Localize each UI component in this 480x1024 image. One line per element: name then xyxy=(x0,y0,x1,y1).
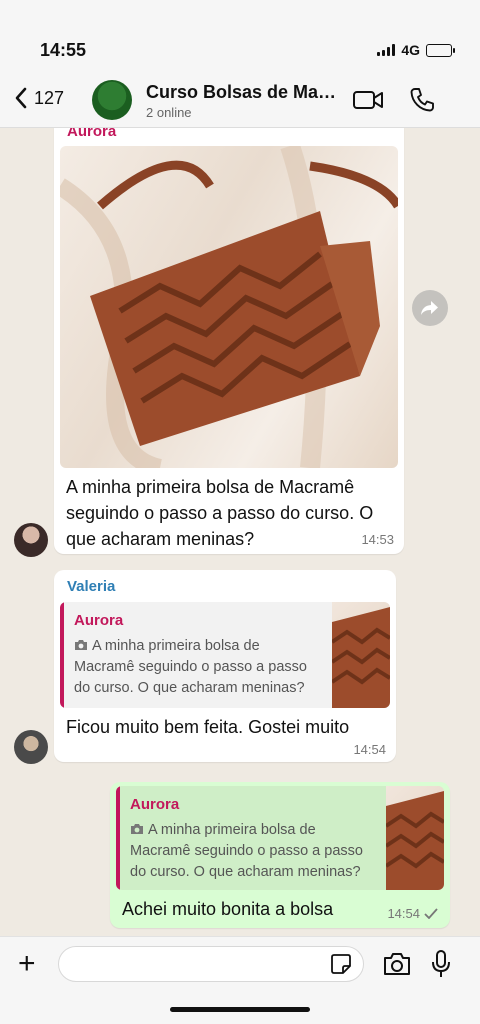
quote-thumbnail xyxy=(332,602,390,708)
macrame-bag-image xyxy=(60,146,398,468)
quote-thumbnail xyxy=(386,786,444,890)
forward-button[interactable] xyxy=(412,290,448,326)
quote-accent-bar xyxy=(60,602,64,708)
chat-area[interactable]: Aurora A minha primeira bolsa de Macramê… xyxy=(0,128,480,936)
camera-icon xyxy=(75,640,87,650)
camera-icon xyxy=(131,824,143,834)
forward-icon xyxy=(421,301,438,315)
message-time: 14:54 xyxy=(387,906,420,921)
signal-icon xyxy=(377,44,396,56)
sender-avatar[interactable] xyxy=(14,730,48,764)
quote-text-content: A minha primeira bolsa de Macramê seguin… xyxy=(130,822,363,880)
message-meta: 14:54 xyxy=(387,906,438,921)
status-time: 14:55 xyxy=(40,40,87,60)
chevron-left-icon xyxy=(15,87,27,109)
video-call-icon[interactable] xyxy=(352,86,384,114)
quote-text-content: A minha primeira bolsa de Macramê seguin… xyxy=(74,638,307,696)
quote-text: A minha primeira bolsa de Macramê seguin… xyxy=(74,636,310,699)
sender-avatar[interactable] xyxy=(14,523,48,557)
message-photo[interactable] xyxy=(60,146,398,468)
outgoing-message-bubble[interactable]: Aurora A minha primeira bolsa de Macramê… xyxy=(110,782,450,928)
online-status: 2 online xyxy=(146,105,192,120)
home-indicator xyxy=(170,1007,310,1012)
sent-check-icon xyxy=(424,908,438,919)
group-avatar[interactable] xyxy=(92,80,132,120)
attach-plus-icon[interactable]: + xyxy=(18,949,36,979)
sender-name: Valeria xyxy=(67,578,116,595)
quote-accent-bar xyxy=(116,786,120,890)
chat-header: 127 Curso Bolsas de Macramê 2 online xyxy=(0,72,480,128)
status-bar: 14:55 4G xyxy=(0,0,480,72)
quote-sender-name: Aurora xyxy=(130,796,180,813)
message-text: A minha primeira bolsa de Macramê seguin… xyxy=(66,477,374,549)
message-input[interactable] xyxy=(58,946,364,982)
camera-icon[interactable] xyxy=(382,951,412,977)
chat-title[interactable]: Curso Bolsas de Macramê xyxy=(146,82,346,103)
back-button[interactable]: 127 xyxy=(14,86,64,110)
quote-text: A minha primeira bolsa de Macramê seguin… xyxy=(130,820,366,883)
status-icons: 4G xyxy=(377,42,455,58)
message-text: Ficou muito bem feita. Gostei muito xyxy=(66,717,350,737)
message-time: 14:53 xyxy=(361,532,394,547)
battery-charging-icon xyxy=(426,43,455,57)
message-time: 14:54 xyxy=(353,742,386,757)
message-bubble[interactable]: Aurora A minha primeira bolsa de Macramê… xyxy=(54,128,404,554)
sender-name: Aurora xyxy=(67,128,117,140)
unread-count: 127 xyxy=(34,87,65,108)
message-text: Achei muito bonita a bolsa xyxy=(122,899,334,919)
quoted-message[interactable]: Aurora A minha primeira bolsa de Macramê… xyxy=(116,786,444,890)
message-bubble[interactable]: Valeria Aurora A minha primeira bolsa de… xyxy=(54,570,396,762)
sticker-icon[interactable] xyxy=(330,953,352,975)
network-label: 4G xyxy=(401,42,420,58)
quote-sender-name: Aurora xyxy=(74,612,124,629)
phone-call-icon[interactable] xyxy=(408,86,436,114)
quoted-message[interactable]: Aurora A minha primeira bolsa de Macramê… xyxy=(60,602,390,708)
microphone-icon[interactable] xyxy=(430,949,452,979)
